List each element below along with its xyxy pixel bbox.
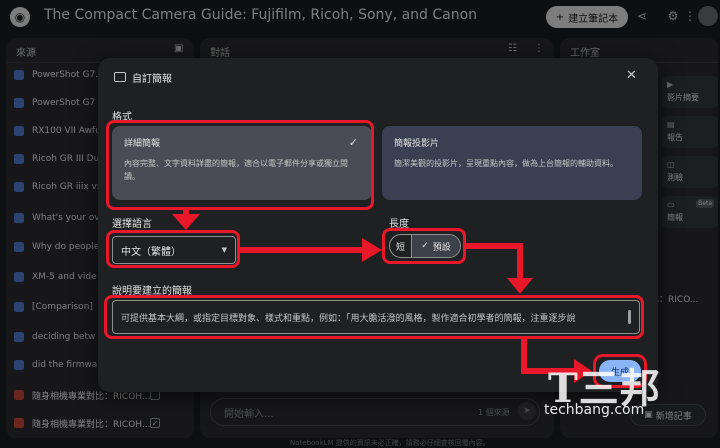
dialog-title: 自訂簡報 (132, 74, 172, 85)
length-option-short[interactable]: 短 (390, 235, 412, 257)
checkmark-icon: ✓ (348, 136, 358, 149)
textarea-scrollbar[interactable] (628, 310, 631, 324)
customize-slides-dialog (98, 58, 658, 392)
format-option-detailed[interactable]: 詳細簡報 內容完整、文字資料詳盡的簡報，適合以電子郵件分享或獨立閱讀。 ✓ (112, 126, 372, 200)
dropdown-caret-icon: ▼ (221, 246, 227, 254)
slides-icon (114, 72, 126, 82)
language-label: 選擇語言 (112, 219, 152, 230)
length-option-label: 預設 (432, 242, 451, 253)
describe-label: 說明要建立的簡報 (112, 286, 192, 297)
format-desc: 內容完整、文字資料詳盡的簡報，適合以電子郵件分享或獨立閱讀。 (124, 159, 348, 181)
describe-textarea[interactable]: 可提供基本大綱，或指定目標對象、樣式和重點，例如：「用大膽活潑的風格，製作適合初… (112, 300, 640, 334)
length-label: 長度 (389, 219, 409, 230)
format-name: 詳細簡報 (124, 139, 161, 149)
language-select[interactable]: 中文（繁體） ▼ (112, 236, 236, 264)
length-toggle: 短 ✓ 預設 (389, 234, 461, 258)
language-value: 中文（繁體） (121, 246, 181, 258)
format-desc: 簡潔美觀的投影片，呈現重點內容，做為上台簡報的輔助資料。 (394, 159, 618, 168)
format-label: 格式 (112, 112, 132, 123)
format-name: 簡報投影片 (394, 139, 440, 149)
close-icon[interactable]: ✕ (626, 68, 637, 83)
format-option-slides[interactable]: 簡報投影片 簡潔美觀的投影片，呈現重點內容，做為上台簡報的輔助資料。 (382, 126, 642, 200)
watermark-url: techbang.com (544, 402, 645, 418)
length-option-default[interactable]: ✓ 預設 (412, 235, 460, 257)
checkmark-icon: ✓ (421, 241, 429, 251)
